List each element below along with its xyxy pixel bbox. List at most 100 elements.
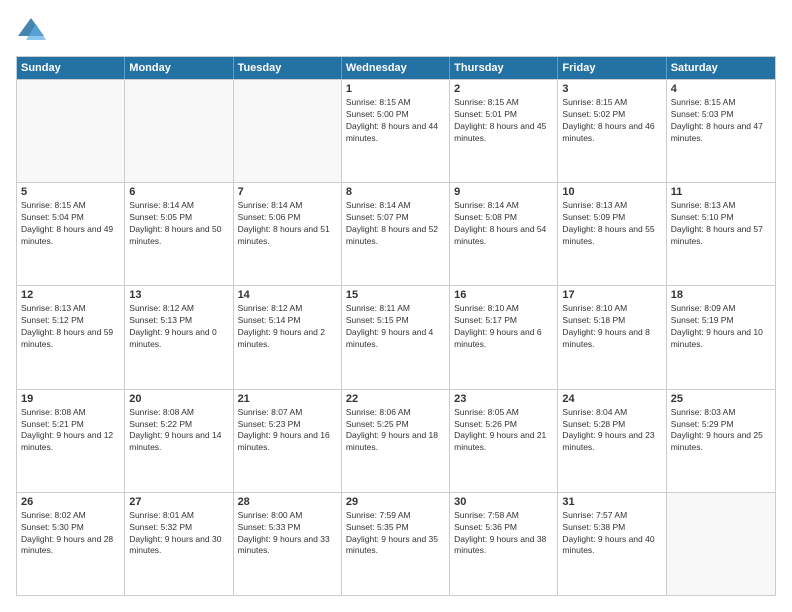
empty-cell bbox=[17, 80, 125, 182]
day-cell: 14 Sunrise: 8:12 AM Sunset: 5:14 PM Dayli… bbox=[234, 286, 342, 388]
day-number: 13 bbox=[129, 289, 228, 301]
day-number: 28 bbox=[238, 496, 337, 508]
day-number: 22 bbox=[346, 393, 445, 405]
day-info: Sunrise: 8:15 AM Sunset: 5:02 PM Dayligh… bbox=[562, 97, 661, 145]
day-number: 29 bbox=[346, 496, 445, 508]
weekday-header: Friday bbox=[558, 57, 666, 79]
day-cell: 22 Sunrise: 8:06 AM Sunset: 5:25 PM Dayli… bbox=[342, 390, 450, 492]
day-number: 5 bbox=[21, 186, 120, 198]
day-info: Sunrise: 8:15 AM Sunset: 5:01 PM Dayligh… bbox=[454, 97, 553, 145]
day-cell: 28 Sunrise: 8:00 AM Sunset: 5:33 PM Dayli… bbox=[234, 493, 342, 595]
day-cell: 18Sunrise: 8:09 AM Sunset: 5:19 PM Dayli… bbox=[667, 286, 775, 388]
day-cell: 4 Sunrise: 8:15 AM Sunset: 5:03 PM Daylig… bbox=[667, 80, 775, 182]
day-number: 31 bbox=[562, 496, 661, 508]
day-number: 4 bbox=[671, 83, 771, 95]
day-info: Sunrise: 8:10 AM Sunset: 5:18 PM Dayligh… bbox=[562, 303, 661, 351]
day-cell: 2Sunrise: 8:15 AM Sunset: 5:01 PM Daylig… bbox=[450, 80, 558, 182]
day-number: 26 bbox=[21, 496, 120, 508]
day-number: 11 bbox=[671, 186, 771, 198]
day-number: 17 bbox=[562, 289, 661, 301]
day-cell: 17 Sunrise: 8:10 AM Sunset: 5:18 PM Dayli… bbox=[558, 286, 666, 388]
day-info: Sunrise: 8:14 AM Sunset: 5:05 PM Dayligh… bbox=[129, 200, 228, 248]
day-cell: 15 Sunrise: 8:11 AM Sunset: 5:15 PM Dayli… bbox=[342, 286, 450, 388]
day-info: Sunrise: 8:08 AM Sunset: 5:21 PM Dayligh… bbox=[21, 407, 120, 455]
day-number: 20 bbox=[129, 393, 228, 405]
empty-cell bbox=[125, 80, 233, 182]
day-info: Sunrise: 8:04 AM Sunset: 5:28 PM Dayligh… bbox=[562, 407, 661, 455]
empty-cell bbox=[234, 80, 342, 182]
calendar-week: 26 Sunrise: 8:02 AM Sunset: 5:30 PM Dayli… bbox=[17, 492, 775, 595]
day-info: Sunrise: 8:11 AM Sunset: 5:15 PM Dayligh… bbox=[346, 303, 445, 351]
day-info: Sunrise: 8:15 AM Sunset: 5:00 PM Dayligh… bbox=[346, 97, 445, 145]
day-cell: 25 Sunrise: 8:03 AM Sunset: 5:29 PM Dayli… bbox=[667, 390, 775, 492]
day-info: Sunrise: 8:00 AM Sunset: 5:33 PM Dayligh… bbox=[238, 510, 337, 558]
day-number: 25 bbox=[671, 393, 771, 405]
day-cell: 1 Sunrise: 8:15 AM Sunset: 5:00 PM Daylig… bbox=[342, 80, 450, 182]
day-number: 3 bbox=[562, 83, 661, 95]
calendar-week: 19Sunrise: 8:08 AM Sunset: 5:21 PM Dayli… bbox=[17, 389, 775, 492]
day-number: 16 bbox=[454, 289, 553, 301]
day-cell: 13 Sunrise: 8:12 AM Sunset: 5:13 PM Dayli… bbox=[125, 286, 233, 388]
day-info: Sunrise: 8:01 AM Sunset: 5:32 PM Dayligh… bbox=[129, 510, 228, 558]
day-info: Sunrise: 8:13 AM Sunset: 5:10 PM Dayligh… bbox=[671, 200, 771, 248]
weekday-header: Tuesday bbox=[234, 57, 342, 79]
day-cell: 16 Sunrise: 8:10 AM Sunset: 5:17 PM Dayli… bbox=[450, 286, 558, 388]
day-number: 1 bbox=[346, 83, 445, 95]
day-info: Sunrise: 8:13 AM Sunset: 5:09 PM Dayligh… bbox=[562, 200, 661, 248]
day-cell: 23 Sunrise: 8:05 AM Sunset: 5:26 PM Dayli… bbox=[450, 390, 558, 492]
calendar-header: SundayMondayTuesdayWednesdayThursdayFrid… bbox=[17, 57, 775, 79]
day-info: Sunrise: 8:05 AM Sunset: 5:26 PM Dayligh… bbox=[454, 407, 553, 455]
day-cell: 7 Sunrise: 8:14 AM Sunset: 5:06 PM Daylig… bbox=[234, 183, 342, 285]
day-number: 14 bbox=[238, 289, 337, 301]
day-info: Sunrise: 8:02 AM Sunset: 5:30 PM Dayligh… bbox=[21, 510, 120, 558]
logo-icon bbox=[16, 16, 46, 46]
page: SundayMondayTuesdayWednesdayThursdayFrid… bbox=[0, 0, 792, 612]
calendar-week: 1 Sunrise: 8:15 AM Sunset: 5:00 PM Daylig… bbox=[17, 79, 775, 182]
day-info: Sunrise: 8:15 AM Sunset: 5:04 PM Dayligh… bbox=[21, 200, 120, 248]
day-info: Sunrise: 8:12 AM Sunset: 5:14 PM Dayligh… bbox=[238, 303, 337, 351]
day-cell: 8Sunrise: 8:14 AM Sunset: 5:07 PM Daylig… bbox=[342, 183, 450, 285]
weekday-header: Sunday bbox=[17, 57, 125, 79]
day-info: Sunrise: 8:03 AM Sunset: 5:29 PM Dayligh… bbox=[671, 407, 771, 455]
day-number: 7 bbox=[238, 186, 337, 198]
day-cell: 5 Sunrise: 8:15 AM Sunset: 5:04 PM Daylig… bbox=[17, 183, 125, 285]
day-cell: 10 Sunrise: 8:13 AM Sunset: 5:09 PM Dayli… bbox=[558, 183, 666, 285]
calendar-week: 5 Sunrise: 8:15 AM Sunset: 5:04 PM Daylig… bbox=[17, 182, 775, 285]
day-cell: 20 Sunrise: 8:08 AM Sunset: 5:22 PM Dayli… bbox=[125, 390, 233, 492]
day-info: Sunrise: 8:15 AM Sunset: 5:03 PM Dayligh… bbox=[671, 97, 771, 145]
day-cell: 31 Sunrise: 7:57 AM Sunset: 5:38 PM Dayli… bbox=[558, 493, 666, 595]
day-cell: 26 Sunrise: 8:02 AM Sunset: 5:30 PM Dayli… bbox=[17, 493, 125, 595]
day-number: 12 bbox=[21, 289, 120, 301]
weekday-header: Monday bbox=[125, 57, 233, 79]
calendar-week: 12 Sunrise: 8:13 AM Sunset: 5:12 PM Dayli… bbox=[17, 285, 775, 388]
day-info: Sunrise: 8:14 AM Sunset: 5:08 PM Dayligh… bbox=[454, 200, 553, 248]
weekday-header: Saturday bbox=[667, 57, 775, 79]
day-info: Sunrise: 7:59 AM Sunset: 5:35 PM Dayligh… bbox=[346, 510, 445, 558]
day-info: Sunrise: 8:07 AM Sunset: 5:23 PM Dayligh… bbox=[238, 407, 337, 455]
day-cell: 30Sunrise: 7:58 AM Sunset: 5:36 PM Dayli… bbox=[450, 493, 558, 595]
empty-cell bbox=[667, 493, 775, 595]
day-number: 15 bbox=[346, 289, 445, 301]
day-number: 6 bbox=[129, 186, 228, 198]
day-info: Sunrise: 8:12 AM Sunset: 5:13 PM Dayligh… bbox=[129, 303, 228, 351]
day-cell: 19Sunrise: 8:08 AM Sunset: 5:21 PM Dayli… bbox=[17, 390, 125, 492]
day-cell: 24 Sunrise: 8:04 AM Sunset: 5:28 PM Dayli… bbox=[558, 390, 666, 492]
day-number: 24 bbox=[562, 393, 661, 405]
day-info: Sunrise: 8:10 AM Sunset: 5:17 PM Dayligh… bbox=[454, 303, 553, 351]
day-info: Sunrise: 8:06 AM Sunset: 5:25 PM Dayligh… bbox=[346, 407, 445, 455]
day-number: 30 bbox=[454, 496, 553, 508]
day-number: 18 bbox=[671, 289, 771, 301]
day-number: 10 bbox=[562, 186, 661, 198]
day-number: 9 bbox=[454, 186, 553, 198]
day-info: Sunrise: 8:13 AM Sunset: 5:12 PM Dayligh… bbox=[21, 303, 120, 351]
day-number: 21 bbox=[238, 393, 337, 405]
day-cell: 29 Sunrise: 7:59 AM Sunset: 5:35 PM Dayli… bbox=[342, 493, 450, 595]
logo bbox=[16, 16, 50, 46]
day-number: 23 bbox=[454, 393, 553, 405]
day-info: Sunrise: 7:57 AM Sunset: 5:38 PM Dayligh… bbox=[562, 510, 661, 558]
day-info: Sunrise: 8:14 AM Sunset: 5:07 PM Dayligh… bbox=[346, 200, 445, 248]
day-info: Sunrise: 8:08 AM Sunset: 5:22 PM Dayligh… bbox=[129, 407, 228, 455]
day-info: Sunrise: 8:14 AM Sunset: 5:06 PM Dayligh… bbox=[238, 200, 337, 248]
day-cell: 21 Sunrise: 8:07 AM Sunset: 5:23 PM Dayli… bbox=[234, 390, 342, 492]
day-cell: 6 Sunrise: 8:14 AM Sunset: 5:05 PM Daylig… bbox=[125, 183, 233, 285]
